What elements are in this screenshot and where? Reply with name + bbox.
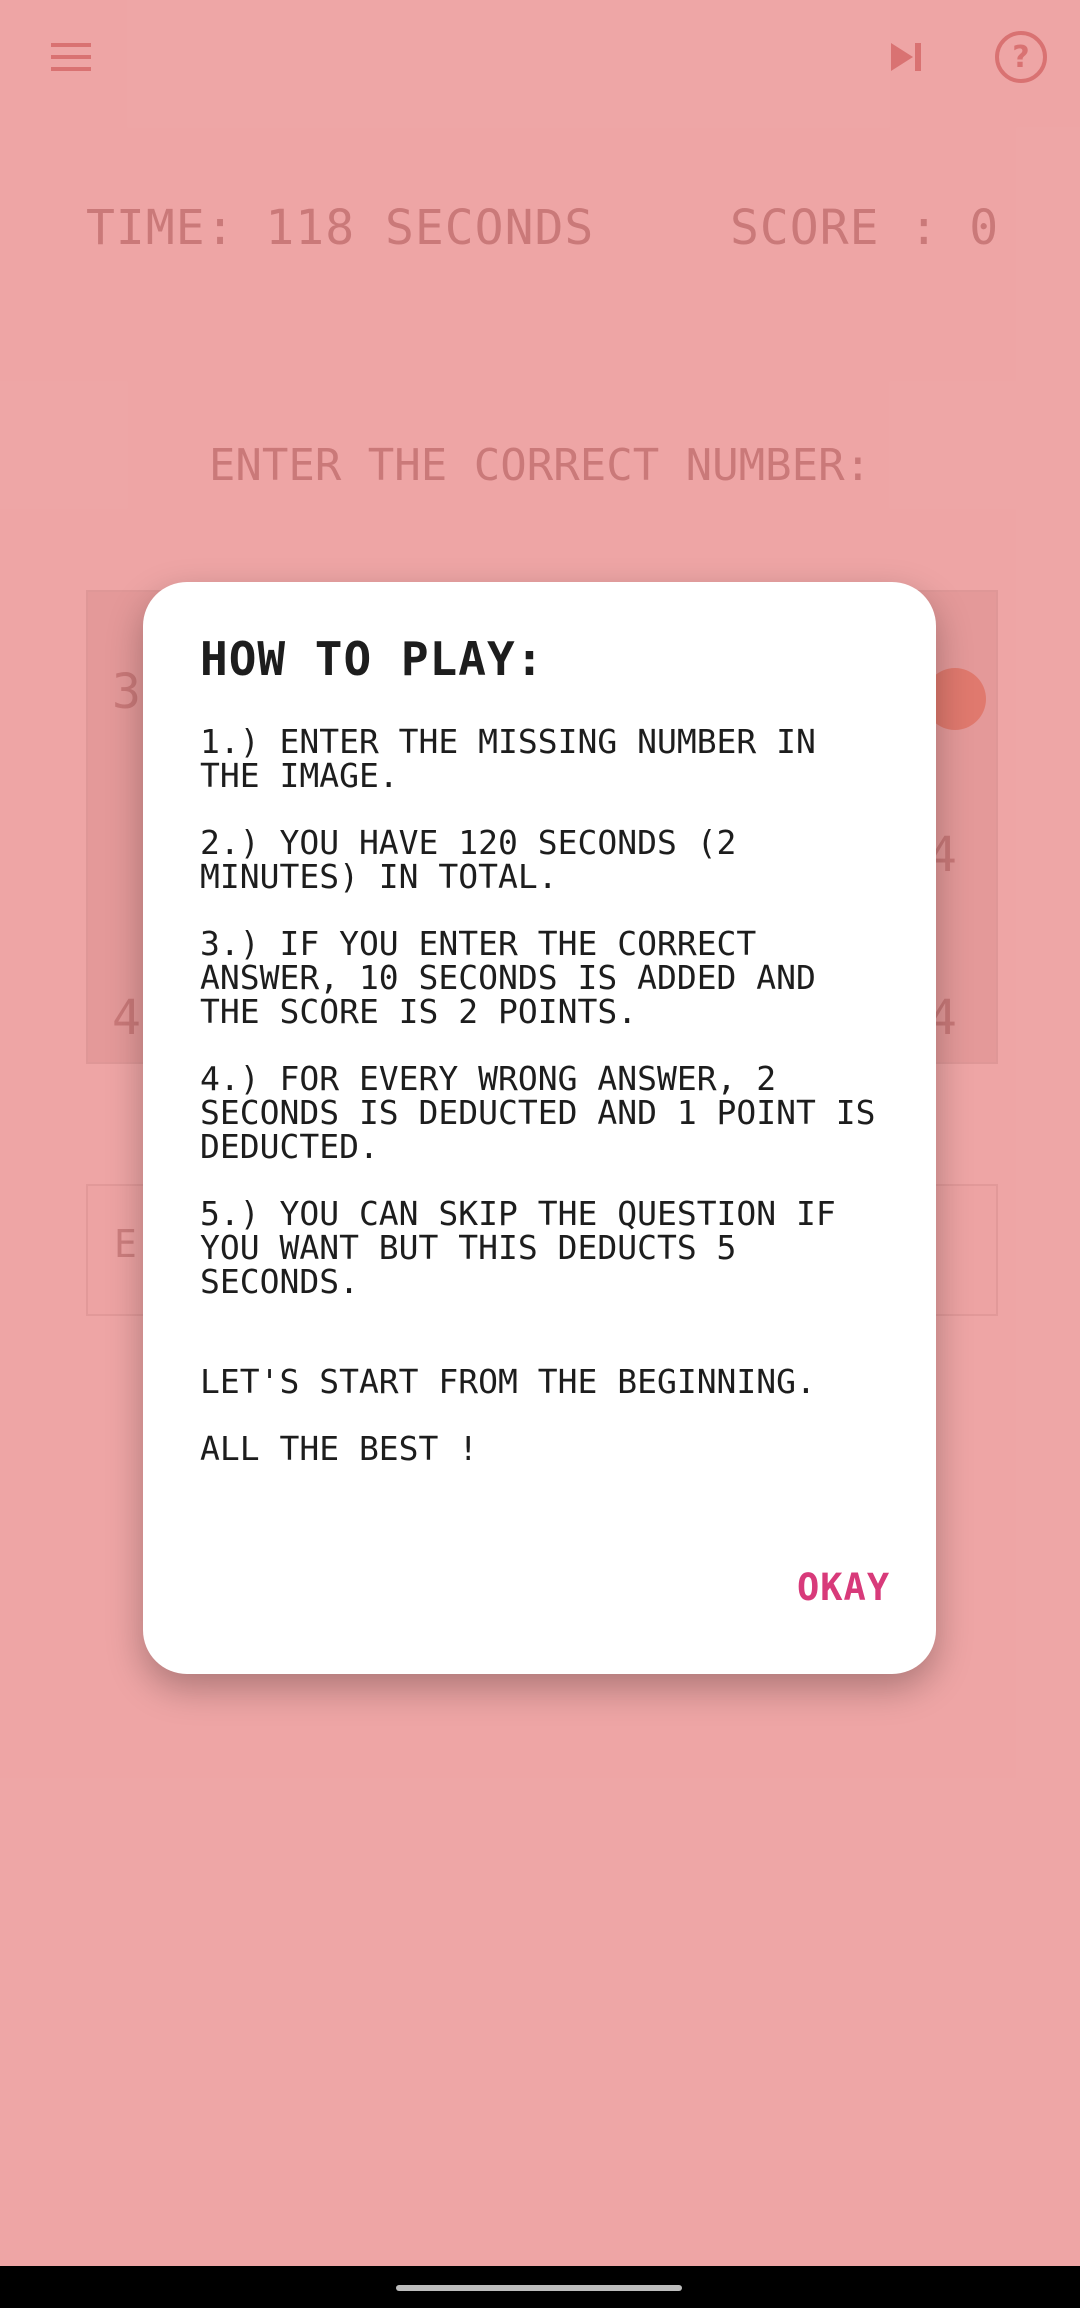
rule-item: 5.) YOU CAN SKIP THE QUESTION IF YOU WAN…	[200, 1194, 836, 1301]
rule-item: 1.) ENTER THE MISSING NUMBER IN THE IMAG…	[200, 722, 816, 795]
good-luck-message: ALL THE BEST !	[200, 1429, 479, 1468]
okay-button[interactable]: OKAY	[797, 1566, 890, 1609]
how-to-play-dialog: HOW TO PLAY: 1.) ENTER THE MISSING NUMBE…	[143, 582, 936, 1674]
rule-item: 4.) FOR EVERY WRONG ANSWER, 2 SECONDS IS…	[200, 1059, 876, 1166]
rules-list: 1.) ENTER THE MISSING NUMBER IN THE IMAG…	[200, 725, 900, 1499]
rule-item: 3.) IF YOU ENTER THE CORRECT ANSWER, 10 …	[200, 924, 816, 1031]
rule-item: 2.) YOU HAVE 120 SECONDS (2 MINUTES) IN …	[200, 823, 737, 896]
dialog-title: HOW TO PLAY:	[200, 632, 545, 686]
start-message: LET'S START FROM THE BEGINNING.	[200, 1362, 816, 1401]
home-indicator[interactable]	[396, 2285, 682, 2291]
